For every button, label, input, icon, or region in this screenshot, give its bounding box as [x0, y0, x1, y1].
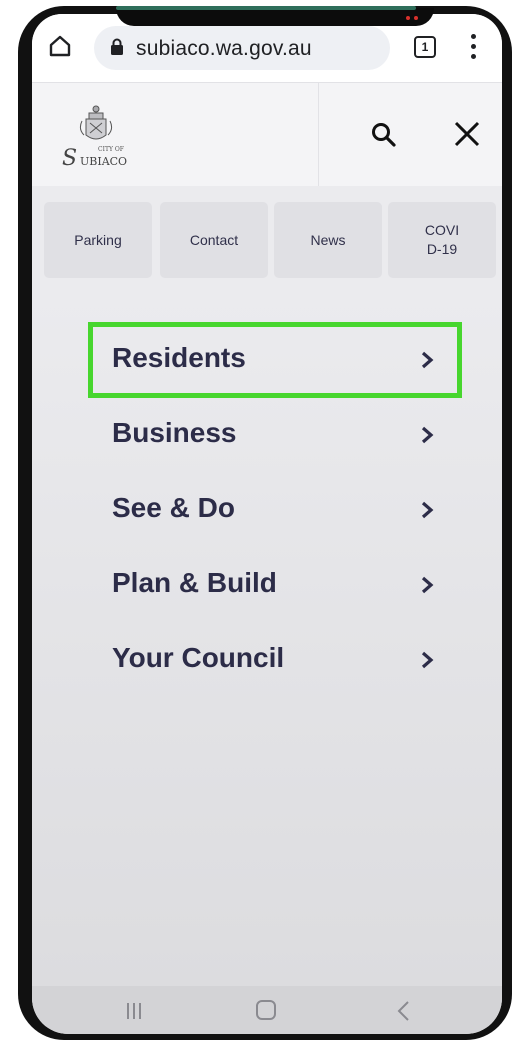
chevron-right-icon — [421, 426, 434, 444]
menu-item-label: Residents — [112, 342, 246, 373]
menu-item-label: Business — [112, 417, 237, 448]
search-icon[interactable] — [370, 121, 398, 149]
status-bar-accent — [116, 6, 416, 10]
menu-item-label: See & Do — [112, 492, 235, 523]
camera-indicator — [402, 16, 426, 22]
url-text: subiaco.wa.gov.au — [136, 37, 312, 60]
quick-link-news[interactable]: News — [274, 202, 382, 278]
menu-item-plan-and-build[interactable]: Plan & Build — [112, 557, 438, 613]
chevron-right-icon — [421, 501, 434, 519]
menu-item-residents[interactable]: Residents — [112, 332, 438, 388]
home-nav-icon[interactable] — [256, 1000, 276, 1020]
logo-small-text: CITY OF — [98, 146, 124, 153]
city-of-subiaco-logo[interactable]: CITY OF S UBIACO — [56, 101, 136, 171]
quick-link-parking[interactable]: Parking — [44, 202, 152, 278]
close-icon[interactable] — [452, 119, 482, 149]
chevron-right-icon — [421, 651, 434, 669]
menu-item-see-and-do[interactable]: See & Do — [112, 482, 438, 538]
more-vert-icon[interactable] — [468, 34, 478, 60]
quick-link-covid-19[interactable]: COVID-19 — [388, 202, 496, 278]
quick-links-bar: Parking Contact News COVID-19 — [32, 186, 502, 296]
header-divider — [318, 83, 319, 187]
menu-item-your-council[interactable]: Your Council — [112, 632, 438, 688]
logo-initial: S — [62, 146, 77, 171]
chevron-right-icon — [421, 351, 434, 369]
quick-link-contact[interactable]: Contact — [160, 202, 268, 278]
menu-item-label: Your Council — [112, 642, 285, 673]
camera-notch — [116, 8, 434, 26]
url-field[interactable]: subiaco.wa.gov.au — [94, 26, 390, 70]
site-header: CITY OF S UBIACO — [32, 82, 502, 187]
chevron-right-icon — [421, 576, 434, 594]
recent-apps-icon[interactable] — [124, 1002, 144, 1020]
menu-item-business[interactable]: Business — [112, 407, 438, 463]
android-nav-bar — [32, 986, 502, 1034]
back-icon[interactable] — [396, 1000, 412, 1022]
tabs-icon[interactable]: 1 — [414, 36, 436, 58]
lock-icon — [111, 38, 123, 55]
logo-name: UBIACO — [80, 155, 127, 168]
menu-item-label: Plan & Build — [112, 567, 277, 598]
main-nav-menu: Residents Business See & Do Plan & Build — [32, 296, 502, 986]
home-icon[interactable] — [48, 34, 72, 58]
phone-screen: subiaco.wa.gov.au 1 CITY OF S UBIACO Par… — [32, 14, 502, 1034]
